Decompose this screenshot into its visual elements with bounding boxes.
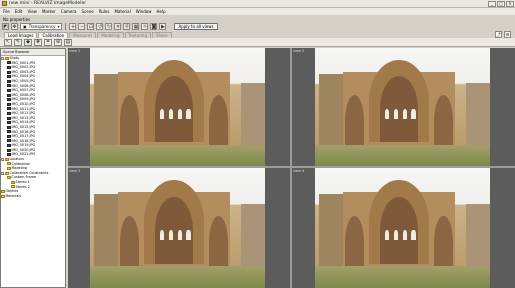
viewport-1[interactable]: view 1 bbox=[68, 48, 290, 166]
rotate-right-icon[interactable]: ↻ bbox=[105, 23, 113, 30]
image-thumb-icon bbox=[7, 111, 11, 115]
menu-rules[interactable]: Rules bbox=[99, 9, 110, 14]
folder-icon bbox=[11, 185, 15, 189]
folder-icon bbox=[5, 56, 9, 60]
marker-icon[interactable]: ✕ bbox=[114, 23, 122, 30]
folder-icon bbox=[5, 171, 9, 175]
ruin-photo bbox=[315, 168, 490, 288]
main-toolbar: ◩ ✥ ▣ Transparency ▾ + − ⊡ ↺ ↻ ✕ ⚲ ▦ ☼ ◙ ▶… bbox=[0, 22, 515, 31]
scene-browser: Scene Browser − Shots IMG_0001.JPG IMG_00… bbox=[0, 48, 66, 288]
pan-tool-icon[interactable]: ✥ bbox=[11, 23, 18, 30]
transparency-icon: ▣ bbox=[23, 24, 27, 29]
viewport-2[interactable]: view 2 bbox=[292, 48, 515, 166]
image-thumb-icon bbox=[7, 79, 11, 83]
folder-icon bbox=[7, 167, 11, 171]
zoom-in-icon[interactable]: + bbox=[69, 23, 77, 30]
folder-icon bbox=[7, 176, 11, 180]
image-thumb-icon bbox=[7, 65, 11, 69]
fit-view-icon[interactable]: ⊡ bbox=[87, 23, 95, 30]
pointer-icon[interactable]: ↖ bbox=[4, 38, 12, 46]
menu-edit[interactable]: Edit bbox=[15, 9, 23, 14]
image-thumb-icon bbox=[7, 125, 11, 129]
image-thumb-icon bbox=[7, 148, 11, 152]
menu-camera[interactable]: Camera bbox=[61, 9, 77, 14]
light-icon[interactable]: ☼ bbox=[141, 23, 149, 30]
viewport-label: view 2 bbox=[293, 49, 305, 53]
menu-marker[interactable]: Marker bbox=[42, 9, 56, 14]
folder-icon bbox=[1, 194, 5, 198]
settings-icon[interactable]: ⚙ bbox=[504, 31, 511, 38]
ruin-photo bbox=[90, 48, 265, 166]
window-title: new mini - REALVIZ ImageModeler bbox=[9, 1, 87, 6]
play-icon[interactable]: ▶ bbox=[159, 23, 167, 30]
top-right-tools: ⤴ ⚙ bbox=[495, 31, 511, 38]
select-tool-icon[interactable]: ◩ bbox=[2, 23, 9, 30]
chevron-down-icon: ▾ bbox=[57, 24, 60, 29]
collapse-icon[interactable]: − bbox=[1, 171, 5, 175]
folder-icon bbox=[7, 162, 11, 166]
image-thumb-icon bbox=[7, 134, 11, 138]
image-thumb-icon bbox=[7, 102, 11, 106]
transparency-select[interactable]: ▣ Transparency ▾ bbox=[20, 23, 63, 30]
ruin-photo bbox=[315, 48, 490, 166]
image-thumb-icon bbox=[7, 61, 11, 65]
viewport-4[interactable]: view 4 bbox=[292, 168, 515, 288]
constraint-icon[interactable]: ◆ bbox=[24, 38, 32, 46]
viewport-grid: view 1 view 2 view 3 view 4 bbox=[68, 48, 515, 288]
image-thumb-icon bbox=[7, 121, 11, 125]
menu-file[interactable]: File bbox=[3, 9, 10, 14]
maximize-button[interactable]: □ bbox=[497, 1, 505, 7]
image-thumb-icon bbox=[7, 130, 11, 134]
image-thumb-icon bbox=[7, 153, 11, 157]
menu-view[interactable]: View bbox=[27, 9, 37, 14]
app-icon bbox=[2, 1, 7, 6]
image-thumb-icon bbox=[7, 107, 11, 111]
menu-scene[interactable]: Scene bbox=[81, 9, 93, 14]
title-bar: new mini - REALVIZ ImageModeler _ □ × bbox=[0, 0, 515, 8]
image-thumb-icon bbox=[7, 116, 11, 120]
ruin-photo bbox=[90, 168, 265, 288]
menu-bar: File Edit View Marker Camera Scene Rules… bbox=[0, 8, 515, 15]
image-thumb-icon bbox=[7, 98, 11, 102]
viewport-label: view 3 bbox=[69, 169, 81, 173]
viewport-label: view 4 bbox=[293, 169, 305, 173]
image-thumb-icon bbox=[7, 88, 11, 92]
toolbar-separator bbox=[65, 23, 67, 30]
image-thumb-icon bbox=[7, 139, 11, 143]
menu-window[interactable]: Window bbox=[136, 9, 152, 14]
apply-to-all-views-button[interactable]: Apply to all views bbox=[174, 23, 218, 30]
rotate-left-icon[interactable]: ↺ bbox=[96, 23, 104, 30]
calibration-toolbar: ↖ ✎ ◆ ✚ ⌗ ⊕ ▤ bbox=[0, 38, 515, 47]
viewport-3[interactable]: view 3 bbox=[68, 168, 290, 288]
image-thumb-icon bbox=[7, 70, 11, 74]
calibrate-icon[interactable]: ⊕ bbox=[54, 38, 62, 46]
collapse-icon[interactable]: − bbox=[1, 56, 5, 60]
viewport-label: view 1 bbox=[69, 49, 81, 53]
link-icon[interactable]: ⚲ bbox=[123, 23, 131, 30]
menu-material[interactable]: Material bbox=[114, 9, 130, 14]
scene-browser-header: Scene Browser bbox=[1, 49, 65, 56]
collapse-icon[interactable]: − bbox=[1, 157, 5, 161]
close-button[interactable]: × bbox=[506, 1, 514, 7]
axis-icon[interactable]: ✚ bbox=[34, 38, 42, 46]
camera-icon[interactable]: ◙ bbox=[150, 23, 158, 30]
minimize-button[interactable]: _ bbox=[488, 1, 496, 7]
image-thumb-icon bbox=[7, 84, 11, 88]
folder-icon bbox=[11, 180, 15, 184]
frame-icon[interactable]: ⌗ bbox=[44, 38, 52, 46]
menu-help[interactable]: Help bbox=[157, 9, 166, 14]
folder-icon bbox=[1, 190, 5, 194]
zoom-out-icon[interactable]: − bbox=[78, 23, 86, 30]
export-icon[interactable]: ⤴ bbox=[495, 31, 502, 38]
folder-icon bbox=[5, 157, 9, 161]
image-icon[interactable]: ▤ bbox=[64, 38, 72, 46]
image-thumb-icon bbox=[7, 144, 11, 148]
image-thumb-icon bbox=[7, 75, 11, 79]
locator-icon[interactable]: ✎ bbox=[14, 38, 22, 46]
tree-item-materials[interactable]: Materials bbox=[1, 194, 65, 199]
grid-icon[interactable]: ▦ bbox=[132, 23, 140, 30]
window-controls: _ □ × bbox=[488, 1, 514, 7]
image-thumb-icon bbox=[7, 93, 11, 97]
